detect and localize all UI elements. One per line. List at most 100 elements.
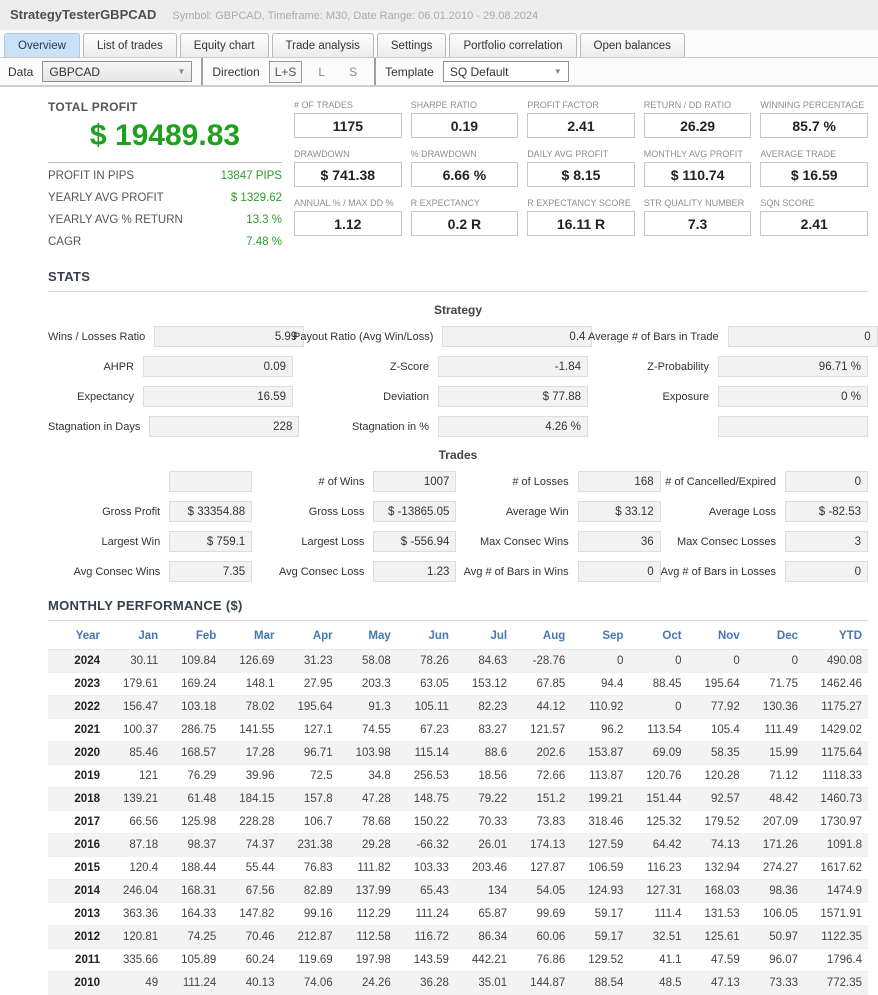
- monthly-value: 120.81: [122, 931, 159, 943]
- tab-open-balances[interactable]: Open balances: [579, 33, 685, 57]
- monthly-value: 47.13: [710, 977, 740, 989]
- stat-label: Average Loss: [708, 505, 776, 518]
- monthly-value: 131.53: [704, 908, 740, 920]
- metric-label: WINNING PERCENTAGE: [760, 100, 865, 110]
- tab-trade-analysis[interactable]: Trade analysis: [271, 33, 374, 57]
- monthly-value: 100.37: [122, 724, 159, 736]
- monthly-value: 44.12: [536, 701, 566, 713]
- monthly-value: 83.27: [478, 724, 508, 736]
- metric-profit-factor: PROFIT FACTOR 2.41: [527, 100, 635, 138]
- stat-label: Largest Loss: [301, 535, 365, 548]
- monthly-column-jan: Jan: [106, 623, 165, 650]
- stat-value: 0.09: [143, 356, 293, 377]
- monthly-value: 0: [617, 655, 624, 667]
- monthly-value: 66.56: [129, 816, 159, 828]
- monthly-value: 55.44: [245, 862, 275, 874]
- monthly-value: 105.11: [414, 701, 449, 713]
- metric-daily-avg-profit: DAILY AVG PROFIT $ 8.15: [527, 149, 635, 187]
- monthly-value: 156.47: [122, 701, 159, 713]
- tab-settings[interactable]: Settings: [376, 33, 447, 57]
- monthly-value: 54.05: [536, 885, 566, 897]
- monthly-value: 29.28: [362, 839, 391, 851]
- monthly-value: 76.83: [303, 862, 333, 874]
- stat-label: Payout Ratio (Avg Win/Loss): [293, 330, 434, 343]
- monthly-value: 73.83: [536, 816, 566, 828]
- monthly-value: 15.99: [769, 747, 798, 759]
- metric-label: SHARPE RATIO: [410, 100, 477, 110]
- monthly-value: 120.4: [129, 862, 159, 874]
- monthly-value: 125.61: [704, 931, 740, 943]
- monthly-value: 148.1: [245, 678, 275, 690]
- total-profit-detail-yearly-avg-profit: YEARLY AVG PROFIT $ 1329.62: [48, 185, 282, 207]
- monthly-value: 84.63: [478, 655, 508, 667]
- metric-value: 2.41: [527, 113, 635, 138]
- monthly-column-year: Year: [48, 623, 106, 650]
- monthly-value: 70.46: [245, 931, 275, 943]
- tab-list-of-trades[interactable]: List of trades: [82, 33, 177, 57]
- monthly-row-2022: 2022 156.47 103.18 78.02 195.64 91.3 105.11 82.…: [48, 695, 868, 719]
- monthly-value: 141.55: [239, 724, 275, 736]
- monthly-column-jun: Jun: [396, 623, 455, 650]
- direction-option-l[interactable]: L: [310, 62, 333, 82]
- monthly-year: 2013: [74, 908, 100, 920]
- tab-portfolio-correlation[interactable]: Portfolio correlation: [449, 33, 577, 57]
- data-select-value: GBPCAD: [49, 64, 101, 79]
- trades-stats-grid: # of Wins 1007 # of Losses 168 # of Cancelle…: [48, 471, 868, 582]
- total-profit-details: PROFIT IN PIPS 13847 PIPS YEARLY AVG PROFI…: [48, 163, 282, 251]
- data-label: Data: [8, 64, 34, 79]
- monthly-row-2024: 2024 30.11 109.84 126.69 31.23 58.08 78.26 84.6…: [48, 649, 868, 673]
- metric-value: 16.11 R: [527, 211, 635, 236]
- monthly-value: 60.24: [245, 954, 275, 966]
- stat-value: 1007: [373, 471, 457, 492]
- monthly-value: 40.13: [245, 977, 275, 989]
- overview-section: TOTAL PROFIT $ 19489.83 PROFIT IN PIPS 13…: [0, 87, 878, 253]
- monthly-value: 96.71: [303, 747, 333, 759]
- monthly-value: 82.89: [303, 885, 333, 897]
- monthly-value: 246.04: [122, 885, 159, 897]
- stat-value: 5.99: [154, 326, 305, 347]
- monthly-value: 124.93: [588, 885, 624, 897]
- stat-avg-of-bars-in-wins: Avg # of Bars in Wins 0: [456, 561, 661, 582]
- detail-label: CAGR: [48, 236, 82, 248]
- monthly-value: 74.25: [187, 931, 217, 943]
- metric-label: AVERAGE TRADE: [760, 149, 837, 159]
- stat-value: 3: [784, 531, 868, 552]
- monthly-value: 151.2: [536, 793, 566, 805]
- metric-winning-percentage: WINNING PERCENTAGE 85.7 %: [760, 100, 868, 138]
- detail-label: YEARLY AVG % RETURN: [48, 214, 183, 226]
- detail-label: PROFIT IN PIPS: [48, 170, 135, 182]
- monthly-value: 111.24: [415, 908, 449, 920]
- metric-value: 6.66 %: [410, 162, 519, 187]
- monthly-value: 144.87: [530, 977, 566, 989]
- tab-equity-chart[interactable]: Equity chart: [179, 33, 269, 57]
- monthly-value: 74.55: [362, 724, 391, 736]
- metric-label: SQN SCORE: [760, 198, 815, 208]
- detail-label: YEARLY AVG PROFIT: [48, 192, 164, 204]
- metric-label: DAILY AVG PROFIT: [527, 149, 609, 159]
- metric-label: MONTHLY AVG PROFIT: [643, 149, 743, 159]
- monthly-value: 78.68: [362, 816, 391, 828]
- monthly-value: 168.57: [181, 747, 217, 759]
- metric-value: 0.2 R: [410, 211, 519, 236]
- monthly-value: -28.76: [532, 655, 566, 667]
- tab-overview[interactable]: Overview: [4, 33, 80, 57]
- total-profit-detail-cagr: CAGR 7.48 %: [48, 229, 282, 251]
- monthly-value: 74.13: [710, 839, 740, 851]
- template-select[interactable]: SQ Default ▼: [442, 61, 569, 82]
- monthly-value: -66.32: [416, 839, 449, 851]
- direction-option-s[interactable]: S: [341, 62, 365, 82]
- monthly-value: 143.59: [413, 954, 449, 966]
- monthly-value: 105.4: [710, 724, 740, 736]
- monthly-value: 151.44: [646, 793, 682, 805]
- stat-average-win: Average Win $ 33.12: [456, 501, 661, 522]
- direction-option-l-s[interactable]: L+S: [268, 60, 303, 83]
- data-select[interactable]: GBPCAD ▼: [42, 61, 193, 82]
- monthly-value: 67.23: [420, 724, 449, 736]
- monthly-value: 1571.91: [820, 908, 862, 920]
- stat-value: $ 77.88: [438, 386, 588, 407]
- monthly-value: 0: [675, 655, 682, 667]
- stat-value: 0 %: [718, 386, 868, 407]
- monthly-row-2021: 2021 100.37 286.75 141.55 127.1 74.55 67.23 83.…: [48, 719, 868, 742]
- monthly-year: 2022: [74, 701, 100, 713]
- monthly-value: 157.8: [303, 793, 333, 805]
